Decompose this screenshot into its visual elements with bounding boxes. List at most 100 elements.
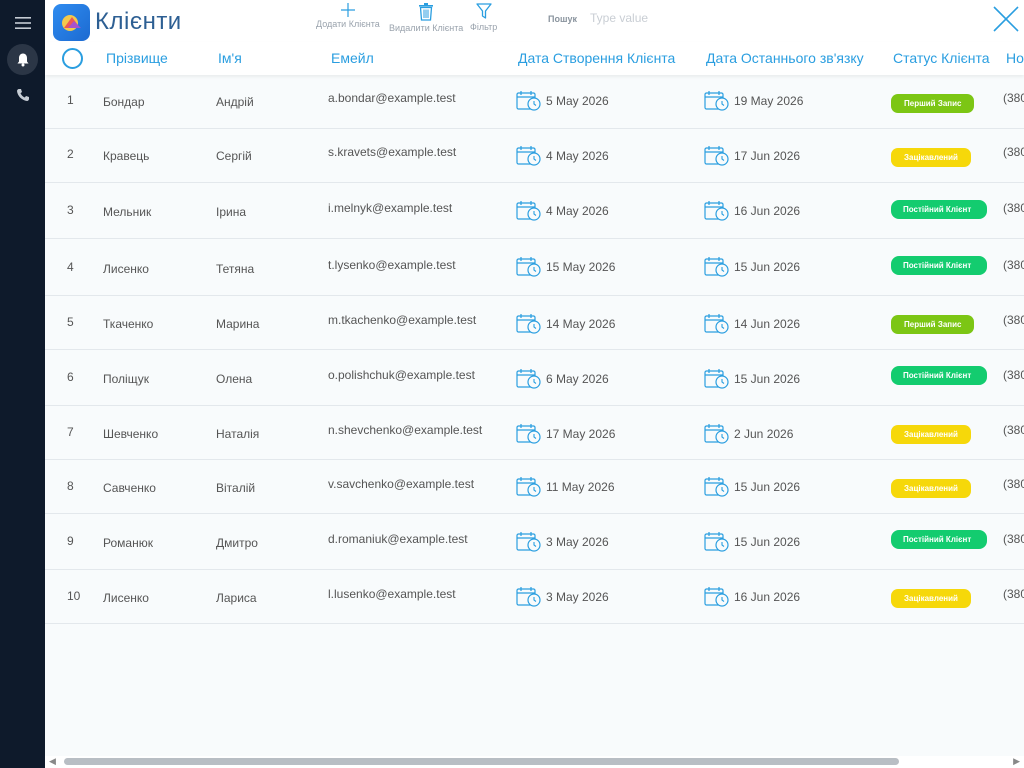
add-client-button[interactable]: Додати Клієнта [316,3,380,29]
status-badge[interactable]: Зацікавлений [891,148,971,167]
table-row[interactable]: 9 Романюк Дмитро d.romaniuk@example.test 3 M… [45,514,1024,570]
column-phone[interactable]: Но [1006,50,1024,66]
client-email[interactable]: l.lusenko@example.test [328,587,456,601]
last-contact-date: 15 Jun 2026 [704,476,800,498]
column-last-contact[interactable]: Дата Останнього зв'язку [706,50,864,66]
table-row[interactable]: 7 Шевченко Наталія n.shevchenko@example.tes… [45,406,1024,460]
status-badge-label: Зацікавлений [891,479,971,498]
close-button[interactable] [991,4,1021,34]
table-row[interactable]: 6 Поліщук Олена o.polishchuk@example.test 6 … [45,350,1024,406]
table-row[interactable]: 4 Лисенко Тетяна t.lysenko@example.test 15 M… [45,239,1024,296]
calendar-icon [704,587,729,607]
client-email[interactable]: d.romaniuk@example.test [328,532,468,546]
table-row[interactable]: 1 Бондар Андрій a.bondar@example.test 5 May … [45,75,1024,129]
created-date-text: 14 May 2026 [546,317,616,331]
column-surname[interactable]: Прізвище [106,50,168,66]
created-date-text: 15 May 2026 [546,260,616,274]
row-index: 1 [67,93,74,107]
status-badge[interactable]: Перший Запис [891,94,975,113]
client-name: Сергій [216,149,252,163]
client-surname: Лисенко [103,262,149,276]
table-row[interactable]: 8 Савченко Віталій v.savchenko@example.test… [45,460,1024,514]
created-date: 5 May 2026 [516,90,609,112]
status-badge[interactable]: Зацікавлений [891,589,971,608]
row-index: 7 [67,425,74,439]
client-email[interactable]: n.shevchenko@example.test [328,423,482,437]
calendar-icon [704,257,729,277]
row-index: 10 [67,589,81,603]
filter-button[interactable]: Фільтр [470,3,497,32]
filter-icon [475,3,492,19]
row-index: 8 [67,479,74,493]
calendar-icon [516,201,541,221]
created-date: 3 May 2026 [516,586,609,608]
client-surname: Лисенко [103,591,149,605]
column-name[interactable]: Ім'я [218,50,242,66]
calendar-icon [704,369,729,389]
client-phone: (380 [1003,91,1024,105]
last-contact-date: 2 Jun 2026 [704,423,793,445]
client-email[interactable]: o.polishchuk@example.test [328,368,475,382]
column-status[interactable]: Статус Клієнта [893,50,990,66]
calendar-icon [516,424,541,444]
status-badge[interactable]: Перший Запис [891,315,975,334]
table-header: Прізвище Ім'я Емейл Дата Створення Клієн… [45,42,1024,75]
last-contact-date: 15 Jun 2026 [704,531,800,553]
client-name: Дмитро [216,536,258,550]
created-date: 4 May 2026 [516,200,609,222]
status-badge[interactable]: Постійний Клієнт [891,530,987,549]
bell-icon[interactable] [7,44,38,75]
phone-icon[interactable] [7,79,38,110]
last-contact-date-text: 15 Jun 2026 [734,480,801,494]
delete-client-button[interactable]: Видалити Клієнта [389,3,463,33]
client-email[interactable]: t.lysenko@example.test [328,258,456,272]
scrollbar-thumb[interactable] [64,758,899,765]
client-email[interactable]: s.kravets@example.test [328,145,456,159]
created-date-text: 3 May 2026 [546,590,609,604]
column-email[interactable]: Емейл [331,50,374,66]
client-name: Ірина [216,205,247,219]
table-row[interactable]: 5 Ткаченко Марина m.tkachenko@example.test 1… [45,296,1024,350]
last-contact-date-text: 19 May 2026 [734,94,804,108]
horizontal-scrollbar[interactable]: ◀ ▶ [45,756,1024,768]
created-date-text: 11 May 2026 [546,480,615,494]
menu-icon[interactable] [7,7,38,38]
search-input[interactable] [590,8,740,28]
status-badge[interactable]: Зацікавлений [891,425,971,444]
calendar-icon [704,314,729,334]
table-row[interactable]: 2 Кравець Сергій s.kravets@example.test 4 Ma… [45,129,1024,183]
page-title: Клієнти [95,8,182,35]
created-date-text: 4 May 2026 [546,204,609,218]
client-email[interactable]: i.melnyk@example.test [328,201,452,215]
last-contact-date: 16 Jun 2026 [704,200,800,222]
calendar-icon [516,257,541,277]
status-badge[interactable]: Постійний Клієнт [891,366,987,385]
client-name: Олена [216,372,253,386]
client-email[interactable]: a.bondar@example.test [328,91,456,105]
last-contact-date: 14 Jun 2026 [704,313,800,335]
client-name: Віталій [216,481,256,495]
status-badge[interactable]: Постійний Клієнт [891,256,987,275]
client-name: Марина [216,317,260,331]
row-index: 9 [67,534,74,548]
calendar-icon [516,146,541,166]
row-index: 3 [67,203,74,217]
column-created[interactable]: Дата Створення Клієнта [518,50,675,66]
calendar-icon [516,477,541,497]
created-date: 3 May 2026 [516,531,609,553]
status-badge[interactable]: Постійний Клієнт [891,200,987,219]
table-row[interactable]: 3 Мельник Ірина i.melnyk@example.test 4 May … [45,183,1024,239]
select-all-checkbox[interactable] [62,48,83,69]
scroll-right-icon[interactable]: ▶ [1013,756,1020,767]
created-date: 6 May 2026 [516,368,609,390]
calendar-icon [704,91,729,111]
client-email[interactable]: v.savchenko@example.test [328,477,474,491]
scroll-left-icon[interactable]: ◀ [49,756,56,767]
client-email[interactable]: m.tkachenko@example.test [328,313,476,327]
status-badge[interactable]: Зацікавлений [891,479,971,498]
search-label: Пошук [548,14,577,24]
table-row[interactable]: 10 Лисенко Лариса l.lusenko@example.test 3 M… [45,570,1024,624]
client-surname: Мельник [103,205,152,219]
sidebar [0,0,45,768]
created-date-text: 4 May 2026 [546,149,609,163]
